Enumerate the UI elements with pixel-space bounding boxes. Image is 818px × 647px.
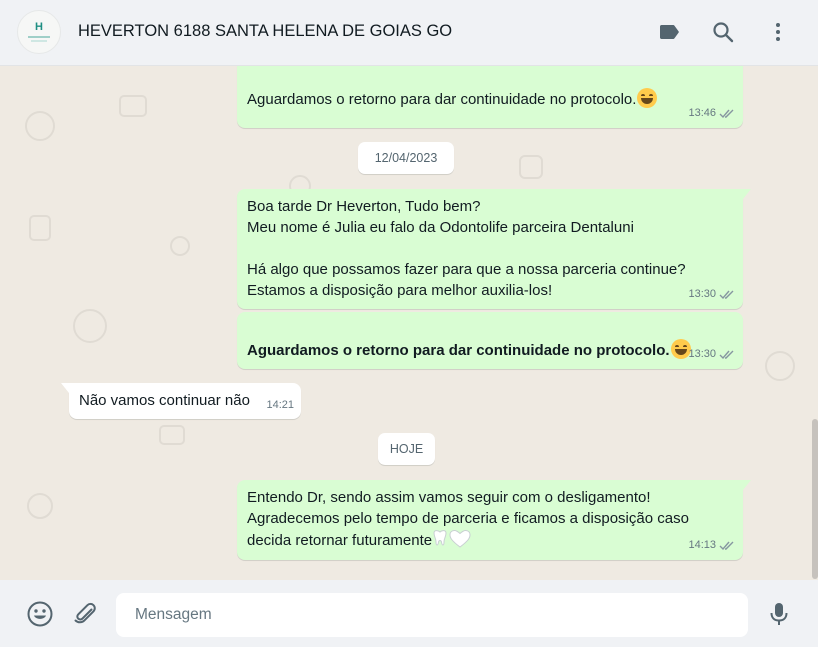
chat-title[interactable]: HEVERTON 6188 SANTA HELENA DE GOIAS GO <box>78 22 452 41</box>
tooth-and-white-heart-emoji <box>433 529 471 548</box>
bubble-tail <box>743 480 751 490</box>
date-separator: HOJE <box>378 433 435 465</box>
message-text: Não vamos continuar não <box>79 392 250 409</box>
read-double-check-icon <box>719 350 734 360</box>
avatar-logo-letter: H <box>35 21 43 33</box>
outgoing-message[interactable]: Entendo Dr, sendo assim vamos seguir com… <box>237 480 751 560</box>
avatar-logo-line <box>31 40 47 42</box>
message-composer <box>0 580 818 647</box>
message-text: Aguardamos o retorno para dar continuida… <box>247 91 637 108</box>
message-meta: 13:46 <box>688 103 735 124</box>
chat-header: H HEVERTON 6188 SANTA HELENA DE GOIAS GO <box>0 0 818 66</box>
message-meta: 14:21 <box>266 395 294 416</box>
message-time: 14:13 <box>688 539 716 551</box>
read-double-check-icon <box>719 541 734 551</box>
message-text: Aguardamos o retorno para dar continuida… <box>247 342 670 359</box>
message-meta: 13:30 <box>688 284 735 305</box>
message-time: 13:30 <box>688 348 716 360</box>
message-meta: 13:30 <box>688 344 735 365</box>
read-double-check-icon <box>719 109 734 119</box>
grinning-face-emoji <box>637 88 658 108</box>
conversation-panel[interactable]: Aguardamos o retorno para dar continuida… <box>0 66 818 580</box>
attach-paperclip-icon[interactable] <box>71 600 99 628</box>
date-separator: 12/04/2023 <box>358 142 454 174</box>
message-time: 13:46 <box>688 107 716 119</box>
message-time: 13:30 <box>688 288 716 300</box>
chat-scrollbar[interactable] <box>812 419 818 579</box>
emoji-icon[interactable] <box>26 600 54 628</box>
message-meta: 14:13 <box>688 535 735 556</box>
contact-avatar[interactable]: H <box>17 10 61 54</box>
incoming-message[interactable]: Não vamos continuar não 14:21 <box>61 383 301 419</box>
search-icon[interactable] <box>711 20 735 44</box>
menu-icon[interactable] <box>766 20 790 44</box>
bubble-tail <box>743 189 751 199</box>
message-text: Boa tarde Dr Heverton, Tudo bem? Meu nom… <box>247 198 686 299</box>
read-double-check-icon <box>719 290 734 300</box>
avatar-logo-line <box>28 36 50 38</box>
outgoing-message[interactable]: Aguardamos o retorno para dar continuida… <box>237 312 743 369</box>
outgoing-message[interactable]: Aguardamos o retorno para dar continuida… <box>237 66 743 128</box>
outgoing-message[interactable]: Boa tarde Dr Heverton, Tudo bem? Meu nom… <box>237 189 751 309</box>
label-tag-icon[interactable] <box>657 20 681 44</box>
message-time: 14:21 <box>266 399 294 411</box>
microphone-icon[interactable] <box>765 600 793 628</box>
message-input[interactable] <box>116 593 748 637</box>
bubble-tail <box>61 383 69 393</box>
